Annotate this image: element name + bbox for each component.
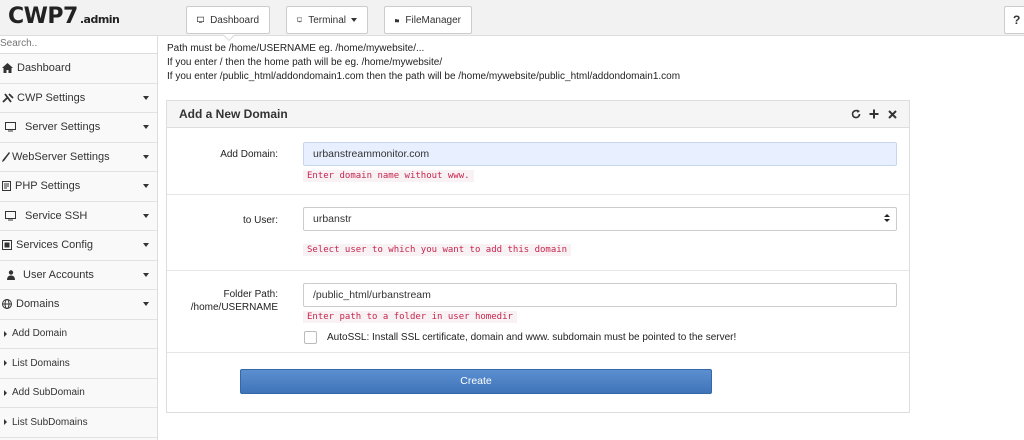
search-input[interactable]	[0, 38, 157, 49]
sidebar-item-domains[interactable]: Domains	[0, 290, 157, 320]
services-icon	[2, 240, 13, 251]
home-icon	[2, 63, 14, 74]
user-icon	[7, 270, 15, 280]
chevron-down-icon	[143, 272, 149, 277]
sidebar-item-label: CWP Settings	[17, 91, 86, 104]
user-label: to User:	[242, 215, 278, 226]
sidebar-item-label: PHP Settings	[15, 180, 81, 193]
sidebar-subitem-label: List Domains	[12, 357, 70, 369]
nav-terminal-label: Terminal	[308, 14, 346, 26]
wrench-icon	[2, 93, 14, 103]
info-line: If you enter / then the home path will b…	[167, 57, 443, 68]
sidebar-subitem-list-domains[interactable]: List Domains	[0, 349, 157, 379]
sidebar-item-label: WebServer Settings	[12, 150, 110, 163]
nav-filemanager-label: FileManager	[405, 14, 461, 26]
panel-tools	[851, 107, 897, 121]
pencil-icon	[2, 151, 10, 162]
info-line: Path must be /home/USERNAME eg. /home/my…	[167, 43, 425, 54]
chevron-down-icon	[143, 125, 149, 129]
refresh-icon[interactable]	[851, 107, 861, 121]
sidebar-item-label: Dashboard	[17, 62, 71, 75]
create-button[interactable]: Create	[240, 369, 712, 394]
sidebar-item-webserver-settings[interactable]: WebServer Settings	[0, 143, 157, 172]
monitor-icon	[5, 122, 17, 132]
sidebar-item-label: User Accounts	[23, 268, 94, 281]
nav-terminal-button[interactable]: Terminal	[286, 6, 368, 34]
sidebar-item-server-settings[interactable]: Server Settings	[0, 113, 157, 143]
nav-dashboard-button[interactable]: Dashboard	[186, 6, 270, 34]
sidebar-subitem-label: Add SubDomain	[12, 387, 85, 399]
logo[interactable]: CWP7 .admin	[8, 4, 120, 29]
folder-label: Folder Path: /home/USERNAME	[191, 288, 278, 314]
autossl-label: AutoSSL: Install SSL certificate, domain…	[327, 332, 737, 343]
monitor-icon	[5, 210, 17, 221]
chevron-down-icon	[143, 95, 149, 100]
sidebar-item-cwp-settings[interactable]: CWP Settings	[0, 84, 157, 113]
sidebar-item-user-accounts[interactable]: User Accounts	[0, 261, 157, 290]
domain-row: Add Domain: urbanstreammonitor.com Enter…	[167, 128, 909, 195]
php-icon	[2, 181, 12, 192]
sidebar-subitem-label: Add Domain	[12, 328, 68, 340]
sidebar-item-services-config[interactable]: Services Config	[0, 231, 157, 261]
sidebar-item-dashboard[interactable]: Dashboard	[0, 54, 157, 84]
folder-path-input[interactable]: /public_html/urbanstream	[303, 283, 897, 307]
domain-help: Enter domain name without www.	[303, 170, 474, 182]
chevron-down-icon	[143, 184, 149, 188]
help-button[interactable]: ?	[1004, 6, 1024, 34]
user-help: Select user to which you want to add thi…	[303, 244, 572, 256]
user-select[interactable]: urbanstr	[303, 207, 897, 231]
sidebar-item-service-ssh[interactable]: Service SSH	[0, 202, 157, 231]
chevron-down-icon	[351, 18, 357, 22]
sidebar-subitem-label: List SubDomains	[12, 416, 88, 428]
chevron-right-icon	[4, 360, 7, 367]
chevron-down-icon	[143, 154, 149, 159]
folder-row: Folder Path: /home/USERNAME /public_html…	[167, 271, 909, 353]
sidebar-item-label: Domains	[16, 298, 60, 311]
domain-label: Add Domain:	[220, 149, 278, 160]
sidebar-item-label: Service SSH	[25, 209, 88, 222]
sidebar-item-label: Services Config	[16, 239, 94, 252]
user-row: to User: urbanstr Select user to which y…	[167, 195, 909, 271]
chevron-down-icon	[143, 243, 149, 247]
domain-input[interactable]: urbanstreammonitor.com	[303, 142, 897, 166]
folder-help: Enter path to a folder in user homedir	[303, 311, 517, 323]
sidebar-item-label: Server Settings	[25, 121, 101, 134]
close-icon[interactable]	[887, 107, 897, 121]
plus-icon[interactable]	[869, 107, 879, 121]
folder-icon	[395, 18, 400, 22]
chevron-right-icon	[4, 389, 7, 396]
nav-dashboard-label: Dashboard	[210, 14, 259, 26]
nav-filemanager-button[interactable]: FileManager	[384, 6, 472, 34]
monitor-icon	[197, 16, 205, 23]
chevron-right-icon	[4, 330, 7, 337]
chevron-right-icon	[4, 419, 7, 426]
monitor-icon	[297, 17, 303, 23]
folder-label-line: Folder Path:	[223, 289, 278, 300]
sidebar-search	[0, 36, 157, 54]
sidebar-subitem-list-subdomains[interactable]: List SubDomains	[0, 408, 157, 438]
sidebar: Dashboard CWP Settings Server Settings W…	[0, 36, 158, 440]
info-line: If you enter /public_html/addondomain1.c…	[167, 71, 681, 82]
panel-title: Add a New Domain	[179, 107, 288, 121]
sidebar-item-php-settings[interactable]: PHP Settings	[0, 172, 157, 202]
chevron-down-icon	[143, 213, 149, 218]
folder-label-line: /home/USERNAME	[190, 302, 278, 313]
user-select-value: urbanstr	[313, 213, 352, 225]
sidebar-subitem-add-domain[interactable]: Add Domain	[0, 320, 157, 349]
sidebar-subitem-add-subdomain[interactable]: Add SubDomain	[0, 379, 157, 408]
autossl-checkbox[interactable]	[304, 331, 317, 344]
path-info: Path must be /home/USERNAME eg. /home/my…	[167, 42, 680, 84]
add-domain-panel: Add a New Domain Add Domain: urbanstream…	[166, 100, 910, 413]
select-arrows-icon	[884, 214, 890, 222]
panel-header: Add a New Domain	[167, 101, 909, 128]
globe-icon	[2, 299, 13, 310]
top-bar: CWP7 .admin Dashboard Terminal FileManage…	[0, 0, 1024, 36]
chevron-down-icon	[143, 302, 149, 306]
